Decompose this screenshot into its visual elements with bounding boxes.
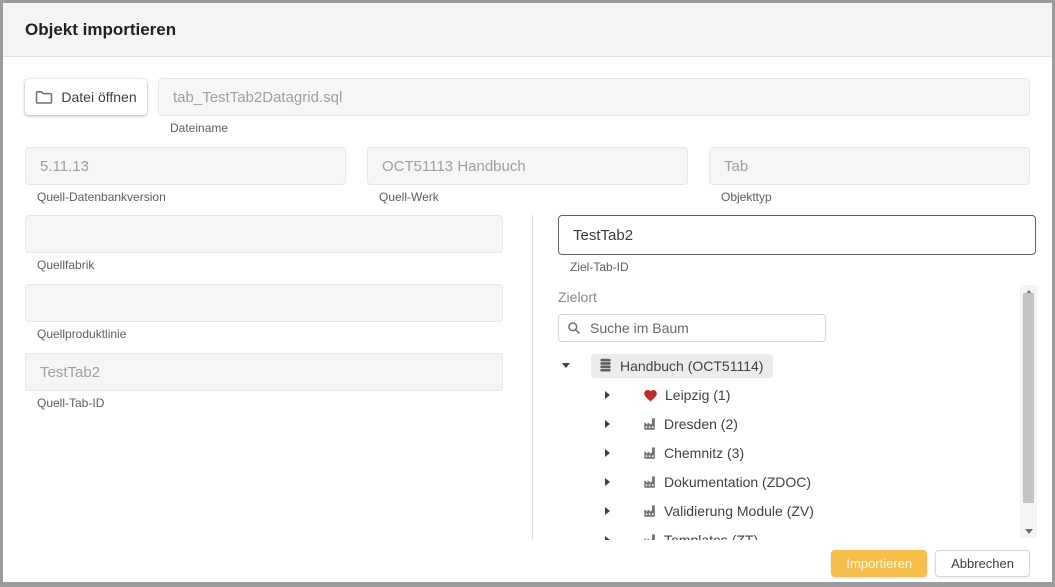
tree-item-label: Dokumentation (ZDOC) — [664, 474, 811, 490]
tree-scrollbar[interactable] — [1020, 285, 1037, 538]
chevron-right-icon[interactable] — [601, 449, 613, 457]
quell-werk-field — [367, 147, 688, 185]
ziel-tab-id-label: Ziel-Tab-ID — [570, 260, 1036, 275]
tree-node-content[interactable]: Chemnitz (3) — [636, 441, 754, 465]
quellfabrik-label: Quellfabrik — [37, 258, 503, 273]
tree-item-label: Templates (ZT) — [664, 532, 758, 541]
right-column: Ziel-Tab-ID Zielort Handbuch (OCT51114) L… — [558, 215, 1036, 540]
open-file-button-label: Datei öffnen — [61, 89, 136, 105]
chevron-down-icon[interactable] — [560, 363, 572, 368]
chevron-right-icon[interactable] — [601, 478, 613, 486]
tree-item-label: Validierung Module (ZV) — [664, 503, 814, 519]
tree-item[interactable]: Handbuch (OCT51114) — [558, 351, 1036, 380]
tree-node-content[interactable]: Templates (ZT) — [636, 528, 768, 541]
factory-icon — [643, 446, 657, 460]
ziel-tab-id-input[interactable] — [558, 215, 1036, 255]
cancel-button[interactable]: Abbrechen — [935, 550, 1030, 577]
tree-item[interactable]: Chemnitz (3) — [558, 438, 1036, 467]
left-column: Quellfabrik Quellproduktlinie Quell-Tab-… — [25, 215, 503, 540]
tree-item[interactable]: Validierung Module (ZV) — [558, 496, 1036, 525]
quellfabrik-field — [25, 215, 503, 253]
tree-item-label: Handbuch (OCT51114) — [620, 358, 763, 374]
db-version-label: Quell-Datenbankversion — [37, 190, 346, 205]
database-icon — [598, 358, 613, 373]
quell-werk-label: Quell-Werk — [379, 190, 688, 205]
dialog-title: Objekt importieren — [25, 20, 176, 40]
tree-search-input[interactable] — [588, 319, 817, 337]
scroll-down-arrow-icon[interactable] — [1020, 524, 1037, 538]
tree-item-label: Leipzig (1) — [665, 387, 730, 403]
tree-node-content[interactable]: Validierung Module (ZV) — [636, 499, 824, 523]
tree-node-content[interactable]: Handbuch (OCT51114) — [591, 354, 773, 378]
factory-icon — [643, 475, 657, 489]
quell-tab-id-field — [25, 353, 503, 391]
objekttyp-field — [709, 147, 1030, 185]
source-fields-row: Quell-Datenbankversion Quell-Werk Objekt… — [25, 147, 1030, 205]
tree-item-label: Chemnitz (3) — [664, 445, 744, 461]
target-tree: Handbuch (OCT51114) Leipzig (1) Dresden (2… — [558, 351, 1036, 540]
heart-icon — [643, 388, 658, 402]
file-row: Datei öffnen Dateiname — [25, 78, 1030, 136]
factory-icon — [643, 417, 657, 431]
chevron-right-icon[interactable] — [601, 536, 613, 541]
column-divider — [532, 215, 533, 540]
search-icon — [567, 321, 581, 335]
filename-field — [158, 78, 1030, 116]
objekttyp-label: Objekttyp — [721, 190, 1030, 205]
filename-label: Dateiname — [170, 121, 1030, 136]
quellproduktlinie-label: Quellproduktlinie — [37, 327, 503, 342]
tree-node-content[interactable]: Dresden (2) — [636, 412, 748, 436]
tree-item[interactable]: Dresden (2) — [558, 409, 1036, 438]
quellproduktlinie-field — [25, 284, 503, 322]
import-button[interactable]: Importieren — [831, 550, 927, 577]
tree-item[interactable]: Leipzig (1) — [558, 380, 1036, 409]
tree-node-content[interactable]: Leipzig (1) — [636, 383, 740, 407]
chevron-right-icon[interactable] — [601, 507, 613, 515]
dialog-body: Datei öffnen Dateiname Quell-Datenbankve… — [3, 57, 1052, 577]
tree-search-box[interactable] — [558, 314, 826, 342]
tree-item[interactable]: Dokumentation (ZDOC) — [558, 467, 1036, 496]
open-file-button[interactable]: Datei öffnen — [25, 79, 147, 115]
columns: Quellfabrik Quellproduktlinie Quell-Tab-… — [25, 215, 1030, 540]
folder-icon — [35, 89, 53, 105]
zielort-label: Zielort — [558, 289, 1036, 305]
dialog-footer: Importieren Abbrechen — [25, 550, 1030, 577]
scrollbar-thumb[interactable] — [1023, 293, 1034, 503]
tree-node-content[interactable]: Dokumentation (ZDOC) — [636, 470, 821, 494]
db-version-field — [25, 147, 346, 185]
factory-icon — [643, 533, 657, 541]
chevron-right-icon[interactable] — [601, 391, 613, 399]
dialog-header: Objekt importieren — [3, 3, 1052, 57]
quell-tab-id-label: Quell-Tab-ID — [37, 396, 503, 411]
chevron-right-icon[interactable] — [601, 420, 613, 428]
import-dialog: Objekt importieren Datei öffnen Dateinam… — [0, 0, 1055, 587]
tree-item-label: Dresden (2) — [664, 416, 738, 432]
tree-item[interactable]: Templates (ZT) — [558, 525, 1036, 540]
factory-icon — [643, 504, 657, 518]
